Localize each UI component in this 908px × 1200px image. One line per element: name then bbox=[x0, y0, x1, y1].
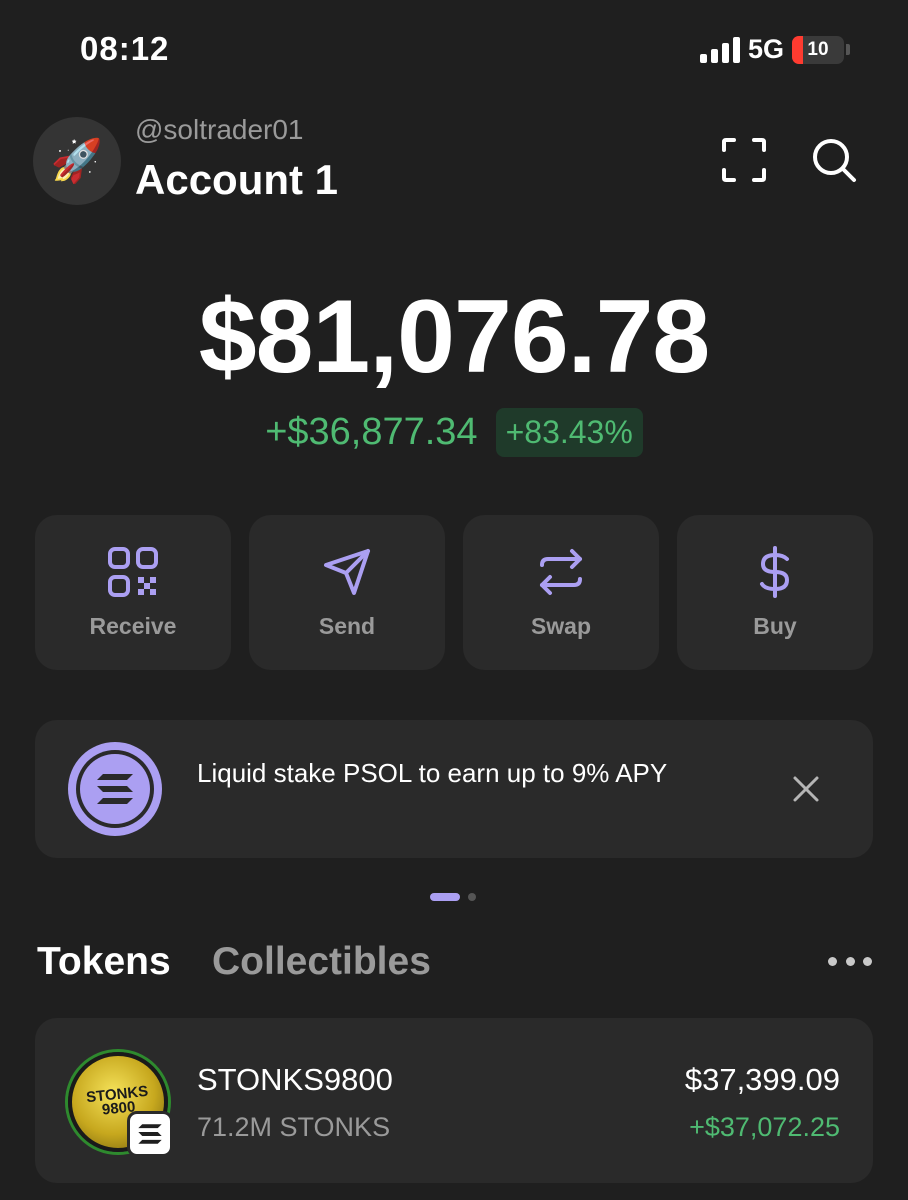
token-amount: 71.2M STONKS bbox=[197, 1112, 391, 1142]
more-options-button[interactable] bbox=[828, 948, 872, 974]
send-button[interactable]: Send bbox=[249, 515, 445, 670]
battery-level: 10 bbox=[807, 38, 829, 60]
promo-text: Liquid stake PSOL to earn up to 9% APY bbox=[197, 758, 668, 788]
buy-label: Buy bbox=[753, 613, 797, 639]
send-icon bbox=[324, 549, 370, 595]
signal-icon bbox=[699, 36, 740, 63]
swap-icon bbox=[540, 549, 582, 595]
scan-icon bbox=[722, 138, 766, 182]
close-promo-button[interactable] bbox=[789, 772, 823, 806]
balance-change-row: +$36,877.34 +83.43% bbox=[0, 408, 908, 457]
more-icon bbox=[828, 956, 837, 966]
swap-label: Swap bbox=[530, 613, 592, 639]
swap-button[interactable]: Swap bbox=[463, 515, 659, 670]
battery-icon: 10 bbox=[792, 35, 844, 64]
action-buttons: Receive Send Swap Buy bbox=[35, 515, 873, 670]
promo-banner[interactable]: Liquid stake PSOL to earn up to 9% APY bbox=[35, 720, 873, 858]
send-label: Send bbox=[318, 613, 376, 639]
dollar-icon bbox=[760, 546, 790, 598]
tab-collectibles[interactable]: Collectibles bbox=[212, 940, 431, 984]
scan-button[interactable] bbox=[716, 132, 772, 188]
account-avatar[interactable]: 🚀 bbox=[33, 117, 121, 205]
close-icon bbox=[793, 776, 819, 802]
total-balance: $81,076.78 bbox=[198, 279, 711, 395]
qr-code-icon bbox=[108, 547, 158, 597]
battery-tip bbox=[846, 44, 850, 55]
status-time: 08:12 bbox=[80, 30, 170, 67]
token-name: STONKS9800 bbox=[197, 1062, 393, 1097]
search-icon bbox=[813, 139, 856, 182]
wallet-home-screen: 08:12 5G 10 🚀 @soltrader01 Account 1 $81… bbox=[0, 0, 908, 1200]
tab-tokens[interactable]: Tokens bbox=[37, 940, 171, 984]
solana-chain-badge-icon bbox=[127, 1111, 173, 1157]
rocket-icon: 🚀 bbox=[50, 136, 104, 184]
promo-pager[interactable] bbox=[430, 893, 476, 901]
balance-change-amount: +$36,877.34 bbox=[265, 411, 478, 453]
username[interactable]: @soltrader01 bbox=[135, 114, 304, 146]
solana-logo-icon bbox=[68, 742, 162, 836]
account-name[interactable]: Account 1 bbox=[135, 156, 338, 204]
buy-button[interactable]: Buy bbox=[677, 515, 873, 670]
balance-change-percent: +83.43% bbox=[495, 408, 643, 457]
pager-dot[interactable] bbox=[468, 893, 476, 901]
token-change: +$37,072.25 bbox=[689, 1112, 840, 1142]
status-indicators: 5G 10 bbox=[699, 34, 850, 65]
receive-button[interactable]: Receive bbox=[35, 515, 231, 670]
receive-label: Receive bbox=[89, 613, 177, 639]
search-button[interactable] bbox=[806, 132, 862, 188]
pager-dot-active[interactable] bbox=[430, 893, 460, 901]
network-type: 5G bbox=[747, 34, 784, 64]
token-value: $37,399.09 bbox=[684, 1062, 840, 1097]
token-row[interactable]: STONKS 9800 STONKS9800 71.2M STONKS $37,… bbox=[35, 1018, 873, 1183]
